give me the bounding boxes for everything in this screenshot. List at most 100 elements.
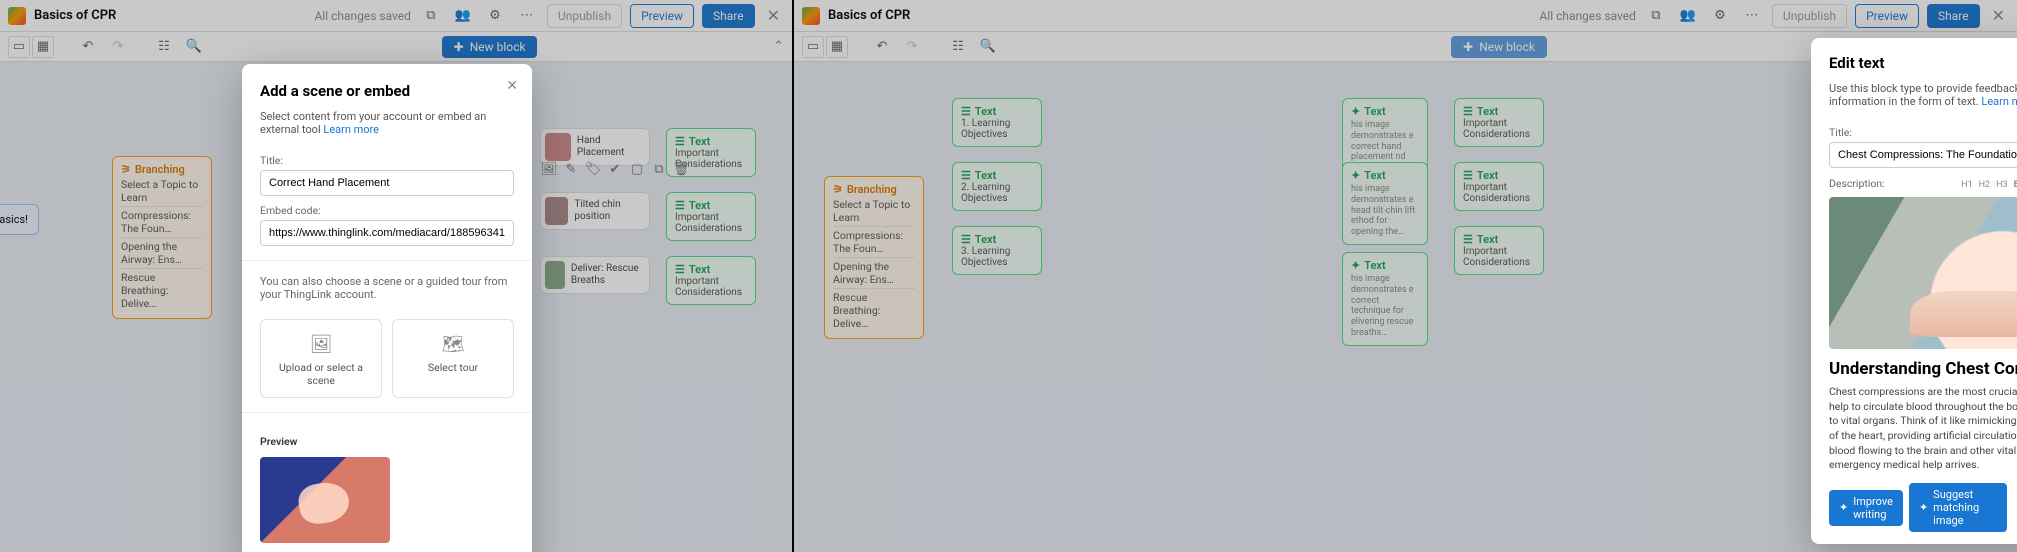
- modal-title: Add a scene or embed: [260, 82, 514, 100]
- save-status: All changes saved: [1539, 9, 1635, 23]
- sparkle-icon: ✦: [1351, 105, 1360, 118]
- page-title: Basics of CPR: [828, 8, 910, 23]
- bold-btn[interactable]: B: [2014, 180, 2017, 191]
- copy-icon[interactable]: ⧉: [1644, 4, 1668, 28]
- delete-icon[interactable]: 🗑: [672, 160, 690, 178]
- redo-icon[interactable]: ↷: [900, 35, 924, 59]
- node-imp-2[interactable]: ☰Text Important Considerations: [1454, 162, 1544, 211]
- title-input[interactable]: [260, 170, 514, 196]
- embed-input[interactable]: [260, 220, 514, 246]
- text-icon: ☰: [961, 233, 971, 246]
- suggest-image-button[interactable]: ✦Suggest matching image: [1909, 483, 2007, 532]
- search-icon[interactable]: 🔍: [182, 35, 206, 59]
- new-block-button[interactable]: ✚New block: [1451, 36, 1547, 58]
- copy-icon[interactable]: ⧉: [419, 4, 443, 28]
- description-image[interactable]: [1829, 197, 2017, 349]
- redo-icon[interactable]: ↷: [106, 35, 130, 59]
- node-branching[interactable]: ⚞Branching Select a Topic to Learn Compr…: [824, 176, 924, 339]
- node-desc-2[interactable]: ✦Text his image demonstrates e head tilt…: [1342, 162, 1428, 245]
- h1-btn[interactable]: H1: [1961, 180, 1972, 191]
- tag-icon[interactable]: 🏷: [584, 160, 602, 178]
- close-icon[interactable]: ✕: [763, 6, 784, 25]
- node-imp-1[interactable]: ☰Text Important Considerations: [1454, 98, 1544, 147]
- sparkle-icon: ✦: [1351, 259, 1360, 272]
- image-icon[interactable]: 🖼: [540, 160, 558, 178]
- page-title: Basics of CPR: [34, 8, 116, 23]
- screen-icon[interactable]: ▢: [628, 160, 646, 178]
- image-icon: 🖼: [265, 334, 377, 355]
- title-label: Title:: [260, 154, 514, 167]
- node-desc-3[interactable]: ✦Text his image demonstrates e correct t…: [1342, 252, 1428, 346]
- save-status: All changes saved: [314, 9, 410, 23]
- people-icon[interactable]: 👥: [451, 4, 475, 28]
- sparkle-icon: ✦: [1351, 169, 1360, 182]
- preview-button[interactable]: Preview: [630, 4, 694, 28]
- close-icon[interactable]: ✕: [506, 78, 518, 94]
- search-icon[interactable]: 🔍: [976, 35, 1000, 59]
- text-icon: ☰: [675, 199, 685, 212]
- more-icon[interactable]: ⋯: [515, 4, 539, 28]
- people-icon[interactable]: 👥: [1676, 4, 1700, 28]
- collapse-icon[interactable]: ⌃: [773, 39, 784, 54]
- select-tool-icon[interactable]: ▭: [802, 36, 824, 58]
- text-icon[interactable]: ✎: [562, 160, 580, 178]
- node-text-2[interactable]: ☰Text Important Considerations: [666, 192, 756, 241]
- gear-icon[interactable]: ⚙: [483, 4, 507, 28]
- modal-edit-text: ✕ Edit text Use this block type to provi…: [1811, 38, 2017, 544]
- undo-icon[interactable]: ↶: [870, 35, 894, 59]
- title-label: Title:: [1829, 126, 2017, 139]
- app-logo: [8, 7, 26, 25]
- text-icon: ☰: [675, 263, 685, 276]
- close-icon[interactable]: ✕: [1988, 6, 2009, 25]
- check-icon[interactable]: ✔: [606, 160, 624, 178]
- text-icon: ☰: [961, 169, 971, 182]
- thumb: [545, 261, 565, 289]
- grab-tool-icon[interactable]: ▦: [32, 36, 54, 58]
- preview-button[interactable]: Preview: [1855, 4, 1919, 28]
- select-tool-icon[interactable]: ▭: [8, 36, 30, 58]
- grab-tool-icon[interactable]: ▦: [826, 36, 848, 58]
- text-icon: ☰: [1463, 105, 1473, 118]
- editor-toolbar: ▭ ▦ ↶ ↷ ☷ 🔍 ✚New block ⌃: [0, 32, 792, 62]
- node-img-chin[interactable]: Tilted chin position: [540, 192, 650, 230]
- node-obj-3[interactable]: ☰Text 3. Learning Objectives: [952, 226, 1042, 275]
- learn-more-link[interactable]: Learn more: [323, 123, 379, 136]
- sparkle-icon: ✦: [1919, 501, 1928, 514]
- unpublish-button[interactable]: Unpublish: [547, 4, 622, 28]
- text-icon: ☰: [961, 105, 971, 118]
- node-branching[interactable]: ⚞Branching Select a Topic to Learn Compr…: [112, 156, 212, 319]
- text-icon: ☰: [675, 135, 685, 148]
- sparkle-icon: ✦: [1839, 501, 1848, 514]
- modal-title: Edit text: [1829, 54, 2017, 72]
- share-button[interactable]: Share: [1927, 4, 1980, 28]
- h2-btn[interactable]: H2: [1979, 180, 1990, 191]
- unpublish-button[interactable]: Unpublish: [1772, 4, 1847, 28]
- gear-icon[interactable]: ⚙: [1708, 4, 1732, 28]
- node-text-3[interactable]: ☰Text Important Considerations: [666, 256, 756, 305]
- copy2-icon[interactable]: ⧉: [650, 160, 668, 178]
- text-icon: ☰: [1463, 169, 1473, 182]
- more-icon[interactable]: ⋯: [1740, 4, 1764, 28]
- node-obj-1[interactable]: ☰Text 1. Learning Objectives: [952, 98, 1042, 147]
- new-block-button[interactable]: ✚New block: [442, 36, 538, 58]
- layout-icon[interactable]: ☷: [946, 35, 970, 59]
- select-tour-card[interactable]: 🗺 Select tour: [392, 319, 514, 398]
- upload-scene-card[interactable]: 🖼 Upload or select a scene: [260, 319, 382, 398]
- improve-writing-button[interactable]: ✦Improve writing: [1829, 490, 1903, 526]
- title-input[interactable]: [1829, 142, 2017, 168]
- content-body[interactable]: Chest compressions are the most crucial …: [1829, 385, 2017, 473]
- h3-btn[interactable]: H3: [1996, 180, 2007, 191]
- node-img-breaths[interactable]: Deliver: Rescue Breaths: [540, 256, 650, 294]
- node-imp-3[interactable]: ☰Text Important Considerations: [1454, 226, 1544, 275]
- share-button[interactable]: Share: [702, 4, 755, 28]
- also-text: You can also choose a scene or a guided …: [260, 275, 514, 301]
- modal-add-scene: ✕ Add a scene or embed Select content fr…: [242, 64, 532, 552]
- layout-icon[interactable]: ☷: [152, 35, 176, 59]
- learn-more-link[interactable]: Learn more: [1981, 95, 2017, 108]
- content-heading[interactable]: Understanding Chest Compressions: [1829, 359, 2017, 379]
- text-icon: ☰: [1463, 233, 1473, 246]
- node-obj-2[interactable]: ☰Text 2. Learning Objectives: [952, 162, 1042, 211]
- node-basics[interactable]: R Basics!: [0, 204, 39, 235]
- undo-icon[interactable]: ↶: [76, 35, 100, 59]
- modal-sub: Select content from your account or embe…: [260, 110, 514, 136]
